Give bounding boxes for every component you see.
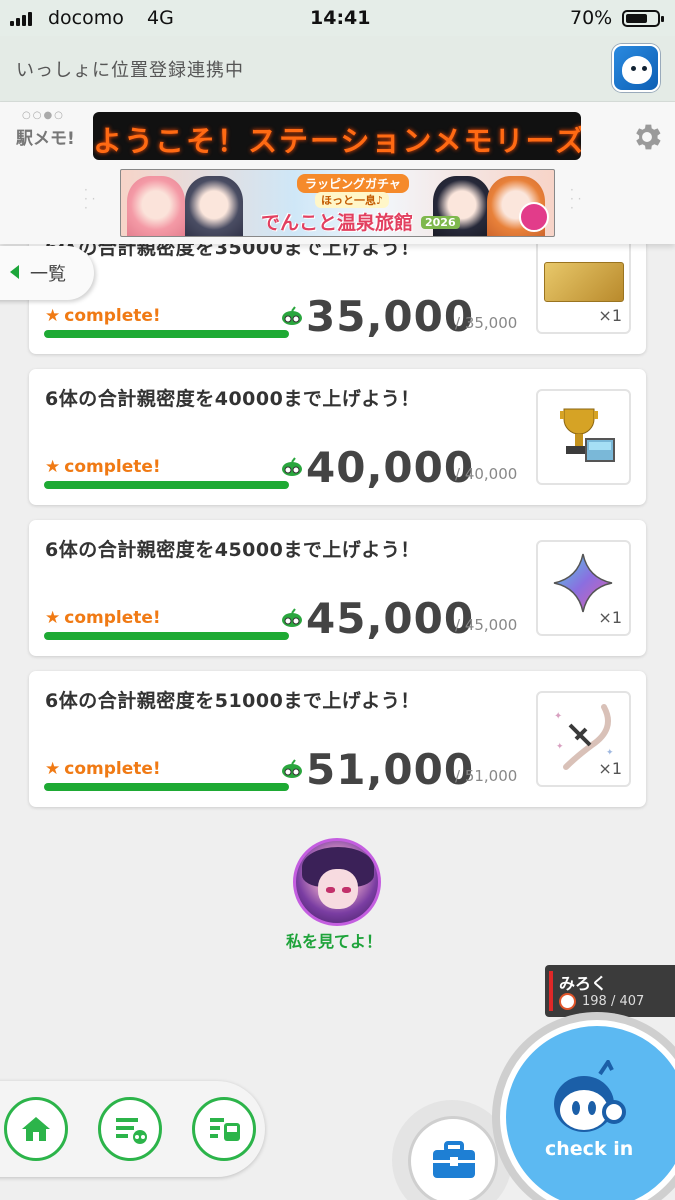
mission-status: ★ complete! — [45, 608, 161, 628]
mission-card[interactable]: 6体の合計親密度を40000まで上げよう！ ★ complete! 40,000 … — [29, 369, 646, 505]
mission-status: ★ complete! — [45, 457, 161, 477]
logo-decoration: ○○●○ — [22, 110, 65, 121]
app-logo: 駅メモ! — [16, 129, 75, 149]
user-hp: 198 / 407 — [582, 994, 645, 1009]
reward-premium-gacha-ticket[interactable]: ×1 — [536, 238, 631, 334]
reward-count: ×1 — [598, 306, 622, 325]
user-color-bar — [549, 971, 553, 1011]
banner-title: でんこと温泉旅館 — [261, 212, 414, 234]
star-icon: ★ — [45, 759, 61, 779]
banner-left-dots: · · · · — [84, 183, 96, 215]
frog-icon — [282, 457, 302, 476]
progress-bar — [44, 783, 289, 791]
mission-max: / 35,000 — [455, 314, 518, 332]
train-list-icon — [210, 1118, 240, 1141]
signal-icon — [10, 10, 32, 26]
trophy-icon — [560, 408, 615, 462]
mission-status: ★ complete! — [45, 759, 161, 779]
mission-max: / 51,000 — [455, 767, 518, 785]
banner-line1: ラッピングガチャ — [297, 174, 409, 193]
train-list-button[interactable] — [192, 1097, 256, 1161]
status-bar: docomo 4G 14:41 70% — [0, 0, 675, 36]
mission-value: 51,000 — [306, 745, 475, 794]
hp-icon — [559, 993, 576, 1010]
mission-value: 35,000 — [306, 292, 475, 341]
banner-right-dots: · · · · — [570, 183, 582, 215]
chevron-left-icon — [10, 265, 19, 279]
mission-title: 6体の合計親密度を40000まで上げよう！ — [45, 388, 420, 410]
reward-rainbow-crystal[interactable]: ×1 — [536, 540, 631, 636]
home-icon — [22, 1117, 50, 1141]
mission-max: / 45,000 — [455, 616, 518, 634]
ekimemo-app-icon[interactable] — [612, 44, 660, 92]
location-link-text: いっしょに位置登録連携中 — [16, 60, 244, 81]
banner-year: 2026 — [421, 216, 460, 229]
svg-text:✦: ✦ — [554, 711, 562, 722]
character-avatar[interactable] — [293, 838, 381, 926]
crystal-icon — [553, 553, 613, 613]
bag-button[interactable] — [408, 1116, 498, 1200]
user-name: みろく — [559, 974, 608, 993]
svg-text:✦: ✦ — [606, 748, 614, 758]
location-link-banner[interactable]: いっしょに位置登録連携中 — [0, 36, 675, 102]
reward-count: ×1 — [598, 608, 622, 627]
bag-icon — [433, 1141, 475, 1178]
user-panel[interactable]: みろく 198 / 407 — [545, 965, 675, 1017]
battery-icon — [622, 10, 664, 27]
gear-icon[interactable] — [630, 120, 664, 154]
mission-status: ★ complete! — [45, 306, 161, 326]
led-ticker: ようこそ！ステーションメモリーズ — [93, 112, 581, 160]
reward-trophy-frame[interactable] — [536, 389, 631, 485]
mission-value: 40,000 — [306, 443, 475, 492]
frog-icon — [282, 306, 302, 325]
battery-percent: 70% — [570, 7, 613, 29]
banner-logo-icon — [519, 202, 549, 232]
star-icon: ★ — [45, 457, 61, 477]
back-to-list-label: 一覧 — [30, 264, 66, 285]
mission-list-button[interactable] — [98, 1097, 162, 1161]
mission-title: 6体の合計親密度を45000まで上げよう！ — [45, 539, 420, 561]
gacha-banner[interactable]: ラッピングガチャ ほっと一息♪ でんこと温泉旅館 2026 — [120, 169, 555, 237]
network-type: 4G — [147, 7, 174, 29]
star-icon: ★ — [45, 608, 61, 628]
progress-bar — [44, 330, 289, 338]
reward-count: ×1 — [598, 759, 622, 778]
mission-list-icon — [116, 1118, 147, 1144]
header: ○○●○ 駅メモ! ようこそ！ステーションメモリーズ · · · · · · · · ラ… — [0, 102, 675, 244]
progress-bar — [44, 632, 289, 640]
star-icon: ★ — [45, 306, 61, 326]
clock: 14:41 — [310, 7, 371, 29]
mission-card[interactable]: 6体の合計親密度を45000まで上げよう！ ★ complete! 45,000 … — [29, 520, 646, 656]
mission-title: 6体の合計親密度を51000まで上げよう！ — [45, 690, 420, 712]
mascot-icon — [554, 1060, 626, 1132]
mission-max: / 40,000 — [455, 465, 518, 483]
reward-bow-item[interactable]: ✦ ✦ ✦ ×1 — [536, 691, 631, 787]
ticker-text: ようこそ！ステーションメモリーズ — [93, 124, 581, 158]
ticket-icon — [544, 262, 624, 302]
frog-icon — [282, 759, 302, 778]
checkin-label: check in — [545, 1138, 634, 1160]
mission-card[interactable]: 6体の合計親密度を51000まで上げよう！ ★ complete! 51,000 … — [29, 671, 646, 807]
home-button[interactable] — [4, 1097, 68, 1161]
back-to-list-button[interactable]: 一覧 — [0, 246, 94, 300]
banner-line2: ほっと一息♪ — [315, 192, 390, 208]
character-caption: 私を見てよ！ — [286, 932, 383, 951]
progress-bar — [44, 481, 289, 489]
svg-text:✦: ✦ — [556, 742, 564, 752]
mission-value: 45,000 — [306, 594, 475, 643]
carrier-name: docomo — [48, 7, 124, 29]
frog-icon — [282, 608, 302, 627]
